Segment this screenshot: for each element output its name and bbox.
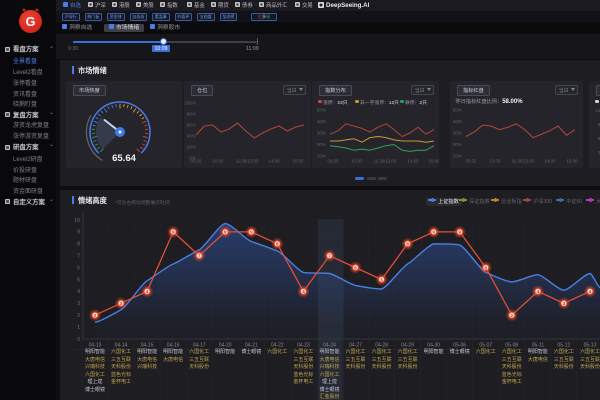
svg-text:4: 4 — [537, 289, 540, 295]
svg-text:3: 3 — [77, 301, 80, 307]
svg-text:40%: 40% — [317, 119, 326, 124]
svg-text:3: 3 — [563, 301, 566, 307]
svg-text:6: 6 — [354, 265, 357, 271]
svg-text:8: 8 — [406, 242, 409, 248]
svg-text:04-17: 04-17 — [193, 343, 206, 349]
svg-text:50%: 50% — [317, 108, 326, 113]
svg-text:20%: 20% — [453, 142, 462, 147]
svg-text:10:30: 10:30 — [213, 159, 225, 164]
svg-text:15:00: 15:00 — [429, 159, 440, 164]
svg-text:04-28: 04-28 — [375, 343, 388, 349]
svg-text:04-14: 04-14 — [115, 343, 128, 349]
svg-text:05-12: 05-12 — [558, 343, 571, 349]
svg-text:04-13: 04-13 — [89, 343, 102, 349]
svg-text:120: 120 — [595, 108, 600, 113]
svg-text:9: 9 — [458, 230, 461, 236]
svg-text:04-15: 04-15 — [141, 343, 154, 349]
svg-text:6: 6 — [484, 265, 487, 271]
svg-text:09:25: 09:25 — [191, 159, 203, 164]
svg-text:40%: 40% — [453, 119, 462, 124]
svg-text:04-23: 04-23 — [297, 343, 310, 349]
svg-text:05-06: 05-06 — [453, 343, 466, 349]
svg-text:30%: 30% — [453, 131, 462, 136]
svg-text:09:25: 09:25 — [466, 159, 478, 164]
svg-text:30%: 30% — [317, 131, 326, 136]
svg-text:11:30/13:00: 11:30/13:00 — [512, 159, 535, 164]
svg-text:04-22: 04-22 — [271, 343, 284, 349]
svg-text:2: 2 — [510, 313, 513, 319]
svg-text:8: 8 — [276, 242, 279, 248]
svg-text:4: 4 — [589, 289, 592, 295]
svg-text:2: 2 — [77, 313, 80, 319]
svg-text:10: 10 — [74, 218, 80, 224]
svg-text:40%: 40% — [187, 134, 196, 139]
svg-text:09:25: 09:25 — [328, 159, 340, 164]
svg-text:4: 4 — [302, 289, 305, 295]
svg-text:3: 3 — [120, 301, 123, 307]
svg-text:9: 9 — [250, 230, 253, 236]
svg-text:5: 5 — [77, 277, 80, 283]
svg-text:50%: 50% — [453, 108, 462, 113]
svg-text:60%: 60% — [187, 123, 196, 128]
svg-text:15:00: 15:00 — [293, 159, 305, 164]
svg-text:11:30/13:00: 11:30/13:00 — [236, 159, 259, 164]
svg-text:05-11: 05-11 — [532, 343, 545, 349]
svg-text:10%: 10% — [453, 154, 462, 159]
svg-text:04-30: 04-30 — [427, 343, 440, 349]
svg-text:9: 9 — [432, 230, 435, 236]
svg-text:11:30/13:00: 11:30/13:00 — [374, 159, 397, 164]
svg-text:04-24: 04-24 — [323, 343, 336, 349]
svg-text:4: 4 — [146, 289, 149, 295]
svg-text:7: 7 — [198, 254, 201, 260]
svg-text:04-29: 04-29 — [401, 343, 414, 349]
svg-text:10%: 10% — [317, 154, 326, 159]
svg-text:04-27: 04-27 — [349, 343, 362, 349]
svg-text:0: 0 — [77, 337, 80, 343]
svg-text:10:30: 10:30 — [351, 159, 363, 164]
svg-text:9: 9 — [172, 230, 175, 236]
svg-text:10:30: 10:30 — [490, 159, 502, 164]
svg-text:1: 1 — [77, 325, 80, 331]
svg-text:2: 2 — [94, 313, 97, 319]
svg-text:6: 6 — [77, 265, 80, 271]
svg-text:14:00: 14:00 — [408, 159, 420, 164]
svg-text:20%: 20% — [317, 142, 326, 147]
svg-text:9: 9 — [224, 230, 227, 236]
svg-text:100%: 100% — [184, 101, 196, 106]
svg-text:04-20: 04-20 — [219, 343, 232, 349]
svg-text:7: 7 — [328, 254, 331, 260]
svg-text:9: 9 — [77, 230, 80, 236]
svg-text:20%: 20% — [187, 145, 196, 150]
svg-text:4: 4 — [77, 289, 80, 295]
svg-text:80%: 80% — [187, 112, 196, 117]
svg-text:04-21: 04-21 — [245, 343, 258, 349]
svg-text:14:00: 14:00 — [545, 159, 557, 164]
svg-text:04-16: 04-16 — [167, 343, 180, 349]
svg-text:7: 7 — [77, 254, 80, 260]
svg-text:15:00: 15:00 — [567, 159, 579, 164]
svg-text:8: 8 — [77, 242, 80, 248]
svg-text:05-07: 05-07 — [479, 343, 492, 349]
svg-text:05-13: 05-13 — [584, 343, 597, 349]
svg-text:05-08: 05-08 — [505, 343, 518, 349]
svg-text:14:00: 14:00 — [269, 159, 281, 164]
svg-text:5: 5 — [380, 277, 383, 283]
